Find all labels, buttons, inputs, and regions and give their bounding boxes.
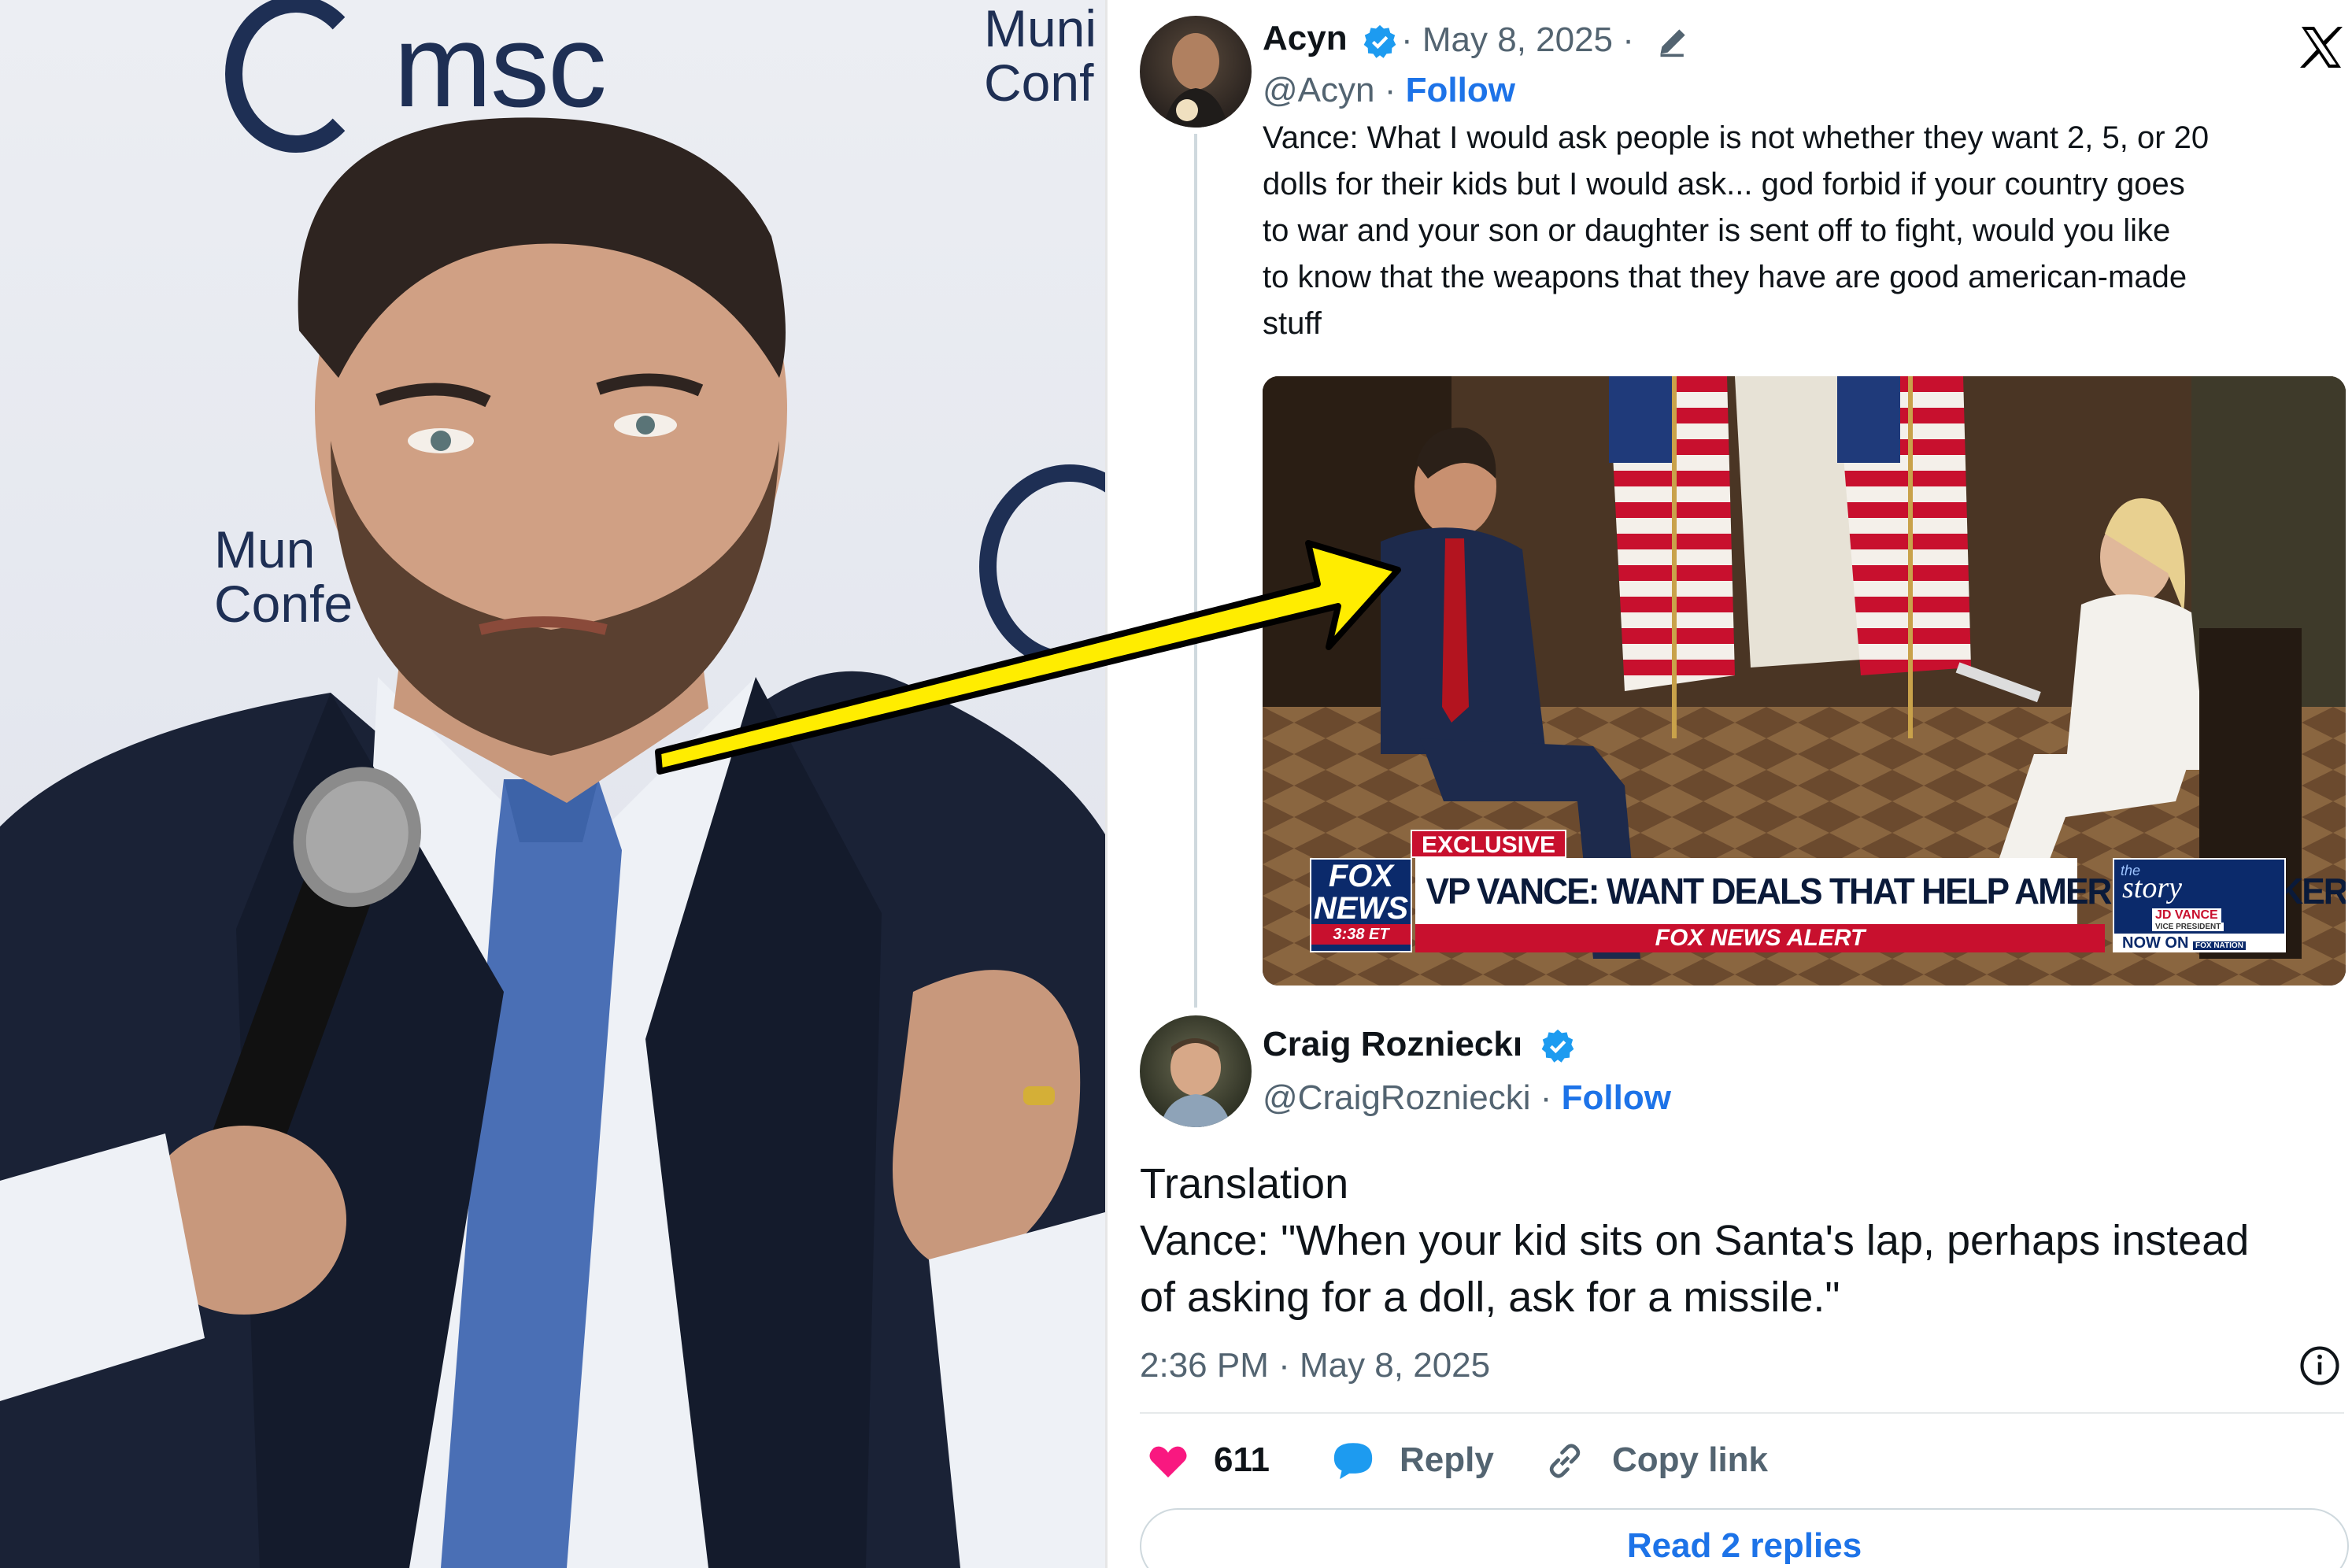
follow-button[interactable]: Follow xyxy=(1406,71,1515,109)
avatar-image xyxy=(1163,33,1228,128)
read-replies-button[interactable]: Read 2 replies xyxy=(1140,1508,2349,1568)
exclusive-tag: EXCLUSIVE xyxy=(1411,830,1567,858)
verified-badge-icon xyxy=(1363,24,1396,58)
reply-bubble-icon[interactable] xyxy=(1330,1437,1376,1483)
chyron-alert-bar: FOX NEWS ALERT xyxy=(1415,924,2105,952)
avatar-image xyxy=(1160,1038,1231,1127)
tweet1-author-name[interactable]: Acyn xyxy=(1263,19,1348,58)
x-logo-icon[interactable] xyxy=(2297,24,2344,71)
tweet1-handle[interactable]: @Acyn · xyxy=(1263,71,1396,109)
tweet1-handle-row: @Acyn · Follow xyxy=(1263,71,1515,110)
like-count[interactable]: 611 xyxy=(1214,1440,1270,1480)
speaker-figure xyxy=(0,117,1105,1568)
thread-connector xyxy=(1194,134,1197,1008)
avatar[interactable] xyxy=(1140,16,1252,128)
tweet2-text: Translation Vance: "When your kid sits o… xyxy=(1140,1160,2250,1321)
copy-link-button[interactable]: Copy link xyxy=(1612,1440,1768,1480)
tweet1-text: Vance: What I would ask people is not wh… xyxy=(1263,120,2210,341)
divider xyxy=(1140,1412,2344,1414)
edit-pencil-icon xyxy=(1660,29,1685,57)
tweet2-timestamp[interactable]: 2:36 PM · May 8, 2025 xyxy=(1140,1346,1490,1385)
follow-button[interactable]: Follow xyxy=(1562,1078,1671,1117)
tweet2-handle[interactable]: @CraigRozniecki · xyxy=(1263,1078,1551,1117)
tweet-video-thumbnail[interactable]: EXCLUSIVE FOX NEWS 3:38 ET VP VANCE: WAN… xyxy=(1263,376,2346,986)
speaker-photo: msc Muni Conf Mun Confe xyxy=(0,0,1105,1568)
heart-icon[interactable] xyxy=(1146,1439,1190,1483)
show-branding-box: the story JD VANCE VICE PRESIDENT NOW ON… xyxy=(2113,858,2286,952)
chyron-headline: VP VANCE: WANT DEALS THAT HELP AMERICAN … xyxy=(1415,858,2346,924)
tweet1-date[interactable]: · May 8, 2025 · xyxy=(1401,20,1634,60)
fox-news-logo: FOX NEWS 3:38 ET xyxy=(1310,858,1412,952)
verified-badge-icon xyxy=(1541,1029,1574,1063)
info-icon[interactable] xyxy=(2298,1344,2341,1387)
avatar[interactable] xyxy=(1140,1015,1252,1127)
reply-button[interactable]: Reply xyxy=(1400,1440,1494,1480)
tweet2-author-name[interactable]: Craig Roznieckı xyxy=(1263,1025,1522,1064)
link-icon[interactable] xyxy=(1543,1439,1587,1483)
tweet2-handle-row: @CraigRozniecki · Follow xyxy=(1263,1078,1671,1118)
